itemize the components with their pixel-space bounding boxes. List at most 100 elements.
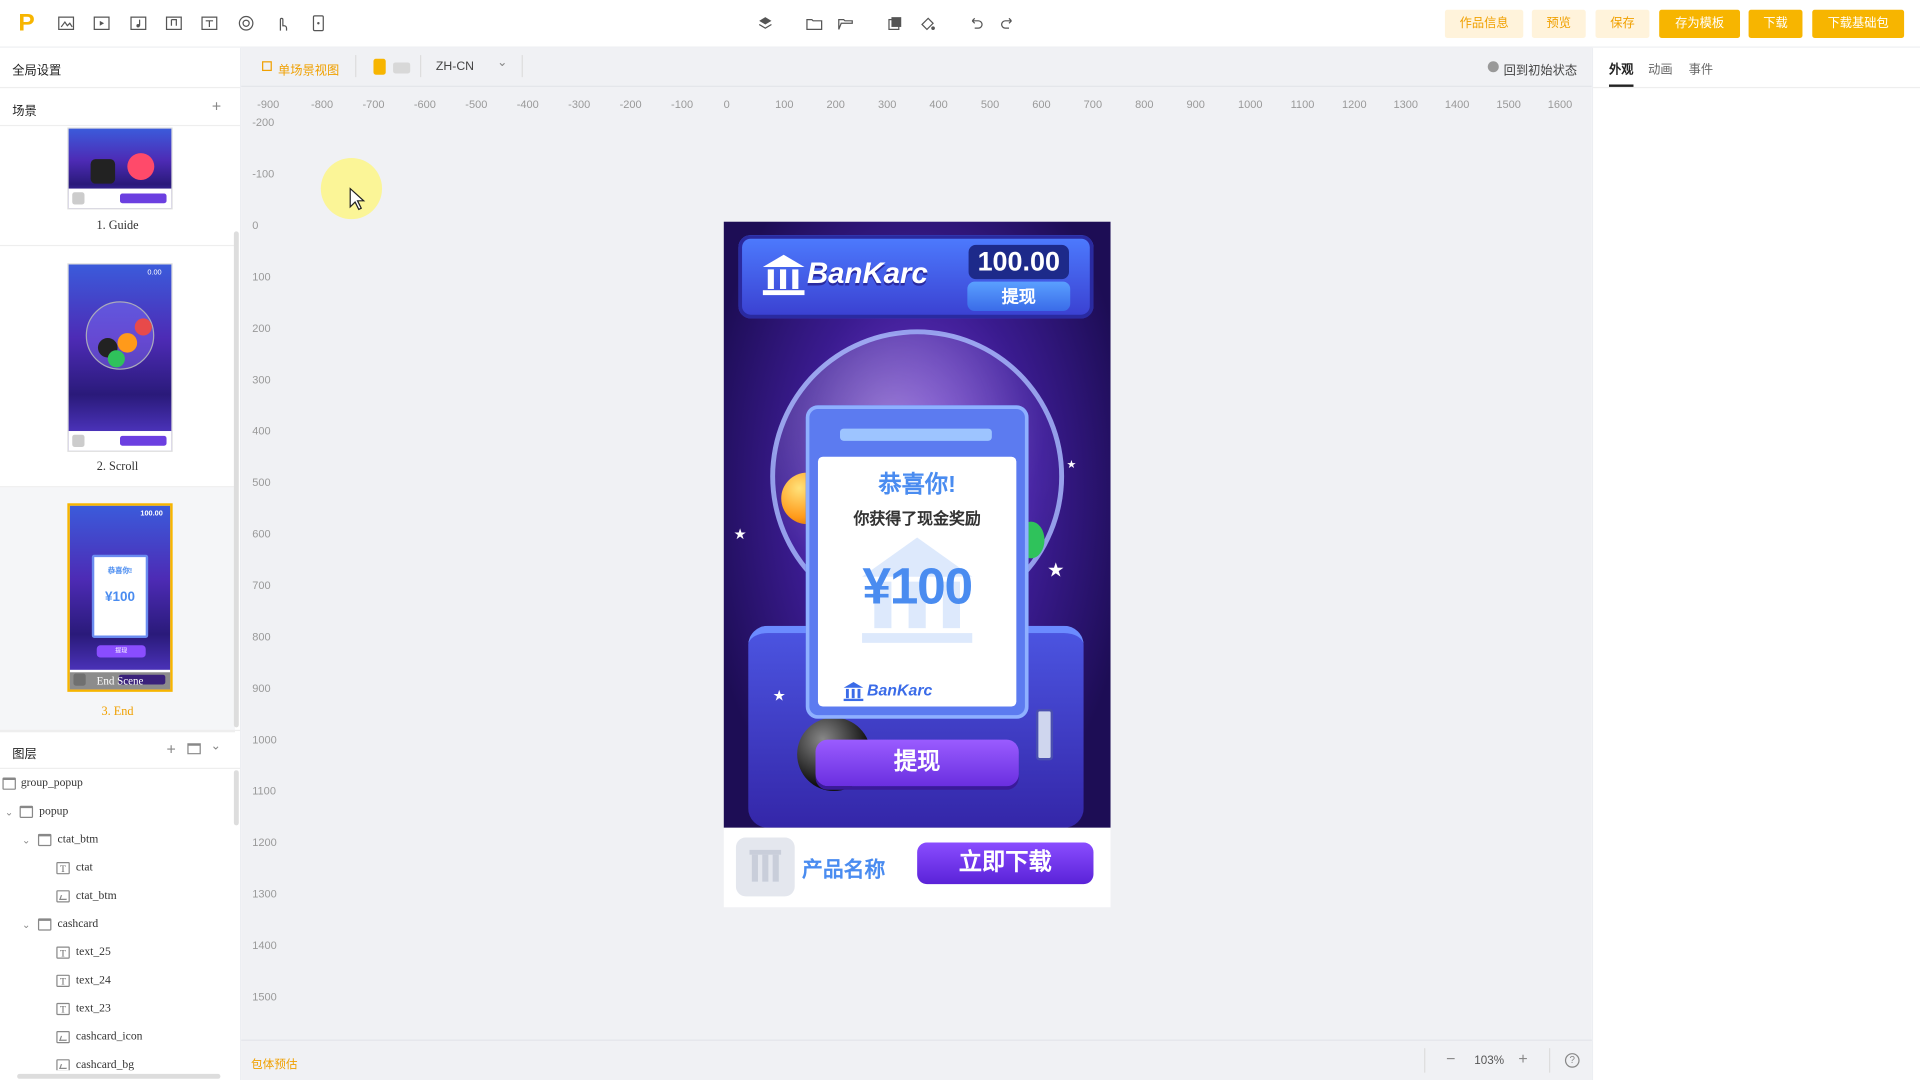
game-scene: BanKarc 100.00 提现 ★ ★ ★ ★ 恭喜你! 你获得了现金奖励 [723,221,1111,828]
product-name: 产品名称 [802,858,886,882]
paint-icon[interactable] [920,15,937,32]
layer-item[interactable]: ⌄ popup [0,798,233,826]
folder-icon[interactable] [187,743,201,755]
congrats-title: 恭喜你! [878,472,956,499]
preview-button[interactable]: 预览 [1531,9,1586,38]
chevron-down-icon[interactable]: ⌄ [211,740,221,753]
target-icon[interactable] [238,15,255,32]
star-icon: ★ [733,525,747,543]
download-base-button[interactable]: 下载基础包 [1812,9,1905,38]
layer-item[interactable]: ⌄ cashcard [0,911,233,939]
balance-display: 100.00 [968,244,1069,280]
scenes-header: 场景 + [0,86,241,127]
layer-scrollbar[interactable] [233,770,239,826]
text-icon[interactable] [201,15,218,32]
properties-panel: 外观 动画 事件 [1591,47,1920,1080]
zoom-out-button[interactable]: − [1446,1049,1455,1067]
single-view-icon [262,61,272,72]
scene-item-scroll[interactable]: 0.00 2. Scroll [0,246,236,488]
withdraw-button[interactable]: 提现 [815,739,1019,787]
header-bar: BanKarc 100.00 提现 [738,235,1094,319]
reset-to-initial-button[interactable]: 回到初始状态 [1504,60,1577,78]
cta-bar: 产品名称 立即下载 [723,827,1111,908]
scene-overlay-label: End Scene [69,672,171,690]
layer-item[interactable]: ctat_btm [0,883,233,911]
scene-thumbnail[interactable]: 0.00 [67,263,173,452]
save-button[interactable]: 保存 [1595,9,1650,38]
scene-scrollbar[interactable] [233,231,239,728]
help-icon[interactable]: ? [1564,1053,1580,1068]
reward-subtitle: 你获得了现金奖励 [853,509,981,528]
layer-item[interactable]: group_popup [0,770,233,798]
undo-icon[interactable] [967,15,984,32]
layer-tree: group_popup ⌄popup ⌄ctat_btm ctat ctat_b… [0,770,235,1071]
app-icon [735,837,795,897]
brand-name: BanKarc [806,257,928,291]
folder-open-icon[interactable] [838,15,855,32]
layers-icon[interactable] [757,15,774,32]
phone-icon[interactable] [310,15,327,32]
tab-events[interactable]: 事件 [1689,59,1713,77]
cash-card: 恭喜你! 你获得了现金奖励 ¥100 BanKarc [805,405,1029,719]
download-now-button[interactable]: 立即下载 [917,842,1094,885]
layer-item[interactable]: text_25 [0,939,233,967]
layer-item[interactable]: ctat [0,855,233,883]
scene-item-guide[interactable]: 1. Guide [0,127,236,247]
canvas-toolbar: 单场景视图 ZH-CN ⌄ 回到初始状态 [241,47,1592,87]
horizontal-ruler: -900 -800 -700 -600 -500 -400 -300 -200 … [257,97,1573,111]
layer-h-scrollbar[interactable] [17,1073,221,1079]
scene-thumbnail[interactable] [67,127,173,210]
add-layer-icon[interactable]: + [167,741,176,757]
language-select[interactable]: ZH-CN [436,60,474,73]
top-toolbar: P 作品信息 预览 保存 存为模板 下载 下载基础包 [0,0,1920,48]
bank-icon [762,254,805,296]
creative-preview[interactable]: BanKarc 100.00 提现 ★ ★ ★ ★ 恭喜你! 你获得了现金奖励 [723,221,1111,908]
global-settings-title[interactable]: 全局设置 [12,60,61,78]
zoom-in-button[interactable]: + [1518,1049,1527,1067]
scene-label: 2. Scroll [96,460,139,474]
scene-label: 3. End [101,705,134,719]
device-portrait-toggle[interactable] [373,58,386,75]
status-bar: 包体预估 − 103% + ? [241,1039,1592,1080]
copy-icon[interactable] [887,15,904,32]
cash-card-body: 恭喜你! 你获得了现金奖励 ¥100 BanKarc [817,456,1017,707]
scenes-title: 场景 [12,105,37,119]
scene-thumbnail-selected[interactable]: 100.00 恭喜你! ¥100 提现 End Scene [67,503,173,692]
device-landscape-toggle[interactable] [393,62,411,74]
reset-icon[interactable] [1487,61,1499,73]
music-note-icon[interactable] [130,15,147,32]
layer-item[interactable]: cashcard_bg [0,1052,233,1071]
scene-label: 1. Guide [96,219,139,233]
reward-amount: ¥100 [862,557,973,615]
scene-list: 1. Guide 0.00 2. Scroll 100.00 恭喜你! ¥100… [0,127,236,776]
layer-item[interactable]: ⌄ ctat_btm [0,827,233,855]
image-icon[interactable] [58,15,75,32]
folder-icon[interactable] [806,15,823,32]
chevron-down-icon[interactable]: ⌄ [497,56,507,69]
layer-item[interactable]: text_24 [0,967,233,996]
card-top-bar [840,428,992,441]
scene-item-end[interactable]: 100.00 恭喜你! ¥100 提现 End Scene 3. End [0,487,236,733]
left-panel: 全局设置 场景 + 1. Guide 0.00 2. Scroll 100.00… [0,47,242,1080]
save-template-button[interactable]: 存为模板 [1659,9,1741,38]
tab-appearance[interactable]: 外观 [1609,59,1633,77]
app-logo: P [18,9,35,37]
single-scene-view-toggle[interactable]: 单场景视图 [278,60,339,78]
zoom-level: 103% [1474,1054,1505,1068]
redo-icon[interactable] [999,15,1016,32]
tab-animation[interactable]: 动画 [1648,59,1672,77]
star-icon: ★ [772,686,786,705]
header-withdraw-button[interactable]: 提现 [967,281,1071,312]
audio-icon[interactable] [165,15,182,32]
layers-title: 图层 [12,748,37,762]
layer-item[interactable]: cashcard_icon [0,1024,233,1052]
add-scene-icon[interactable]: + [212,98,221,114]
project-info-button[interactable]: 作品信息 [1444,9,1524,38]
layer-item[interactable]: text_23 [0,996,233,1024]
layers-header: 图层 + ⌄ [0,729,241,769]
gesture-icon[interactable] [273,15,290,32]
package-size-estimate[interactable]: 包体预估 [251,1054,298,1071]
machine-lever [1035,708,1054,761]
download-button[interactable]: 下载 [1748,9,1803,38]
video-icon[interactable] [93,15,110,32]
